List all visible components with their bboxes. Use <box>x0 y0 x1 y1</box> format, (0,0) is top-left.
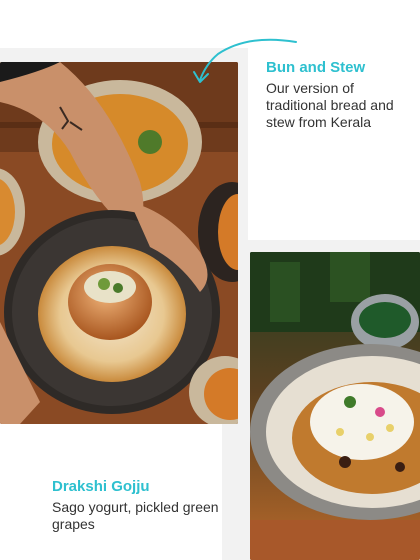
drakshi-gojju-photo <box>250 252 420 560</box>
dish-title-bun-and-stew: Bun and Stew <box>266 59 366 76</box>
dish-description-drakshi-gojju: Sago yogurt, pickled green grapes <box>52 499 219 532</box>
dish-description-bun-and-stew: Our version of traditional bread and ste… <box>266 80 394 130</box>
dish-title-drakshi-gojju: Drakshi Gojju <box>52 478 150 495</box>
bun-and-stew-photo <box>0 62 238 424</box>
